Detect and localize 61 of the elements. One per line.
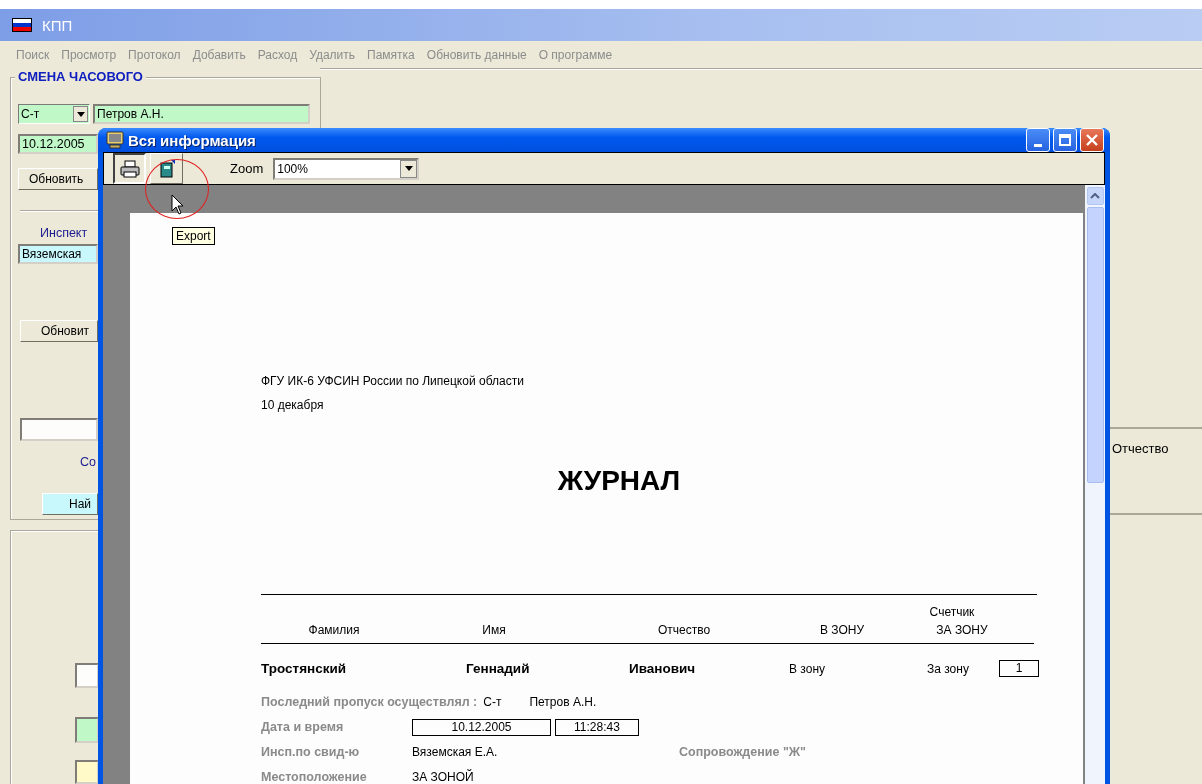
column-header: Отчество (656, 623, 712, 637)
tooltip: Export (172, 227, 215, 245)
refresh-button[interactable]: Обновить (18, 168, 98, 190)
scrollbar-thumb[interactable] (1086, 207, 1104, 483)
field-label: Инсп.по свид-ю (261, 745, 361, 759)
find-button[interactable]: Най (42, 493, 98, 515)
in-zone-text: В зону (789, 661, 826, 676)
field-value: Вяземская Е.А. (412, 745, 499, 759)
column-header: Фамилия (307, 623, 361, 637)
refresh-button[interactable]: Обновит (20, 320, 98, 342)
rank-dropdown[interactable]: С-т (18, 104, 90, 124)
input-field[interactable] (75, 717, 99, 743)
column-header: Счетчик (928, 605, 976, 619)
patronymic: Иванович (629, 661, 697, 676)
export-button[interactable] (150, 153, 183, 184)
guard-field[interactable]: Петров А.Н. (93, 104, 310, 124)
minimize-button[interactable] (1026, 128, 1050, 152)
dialog-title: Вся информация (128, 131, 256, 149)
report-title: ЖУРНАЛ (557, 465, 681, 497)
time-value: 11:28:43 (555, 718, 639, 736)
input-field[interactable] (75, 663, 99, 688)
zoom-label: Zoom (230, 161, 264, 176)
zoom-dropdown[interactable]: 100% (273, 157, 420, 180)
field-label: Сопровождение "Ж" (679, 745, 807, 759)
escort-label: Со (80, 455, 96, 469)
field-value: Петров А.Н. (529, 695, 597, 709)
report-date: 10 декабря (261, 398, 324, 412)
monitor-icon (106, 131, 124, 149)
field-value: ЗА ЗОНОЙ (412, 770, 474, 784)
printer-icon (119, 159, 140, 178)
close-icon (1086, 134, 1098, 146)
scroll-up-button[interactable] (1086, 187, 1104, 205)
field-label: Дата и время (261, 720, 345, 734)
close-button[interactable] (1080, 128, 1104, 152)
input-field[interactable] (20, 418, 98, 441)
field-label: Последний пропуск осуществлял : (261, 695, 478, 709)
vertical-scrollbar[interactable] (1085, 185, 1105, 784)
column-header: ЗА ЗОНУ (935, 623, 989, 637)
flag-icon (12, 18, 32, 32)
column-header: В ЗОНУ (818, 623, 866, 637)
print-button[interactable] (113, 153, 146, 184)
organization-text: ФГУ ИК-6 УФСИН России по Липецкой области (261, 374, 524, 388)
last-name: Тростянский (261, 661, 348, 676)
field-label: Местоположение (261, 770, 368, 784)
chevron-up-icon (1090, 193, 1100, 199)
count-value: 1 (999, 660, 1039, 677)
inspector-field[interactable]: Вяземская (18, 244, 98, 264)
notebook-icon (158, 159, 175, 178)
date-field[interactable]: 10.12.2005 (18, 134, 98, 154)
window-title: КПП (42, 16, 73, 34)
inspector-label: Инспект (40, 226, 88, 240)
date-value: 10.12.2005 (412, 718, 551, 736)
column-header: Отчество (1112, 441, 1170, 458)
maximize-icon (1059, 134, 1071, 146)
out-zone-text: За зону (927, 661, 970, 676)
first-name: Геннадий (466, 661, 531, 676)
input-field[interactable] (75, 760, 99, 784)
column-header: Имя (481, 623, 507, 637)
maximize-button[interactable] (1053, 128, 1077, 152)
field-value: С-т (483, 695, 502, 709)
minimize-icon (1034, 143, 1042, 147)
